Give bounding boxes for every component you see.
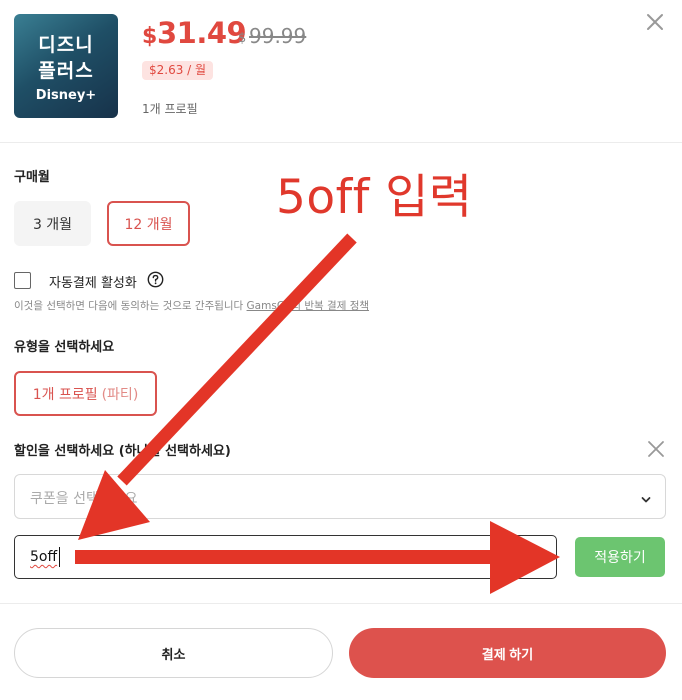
monthly-price-badge: $2.63 / 월: [142, 61, 214, 80]
original-price: 99.99: [249, 24, 307, 48]
profile-note: 1개 프로필: [142, 102, 198, 116]
original-price-currency: $: [238, 31, 247, 46]
type-option-1-profile[interactable]: 1개 프로필 (파티): [14, 371, 157, 416]
discount-code-input[interactable]: 5off: [14, 535, 557, 579]
help-circle-icon[interactable]: [147, 271, 164, 288]
footer-divider: [0, 603, 682, 604]
pay-button[interactable]: 결제 하기: [349, 628, 666, 678]
close-icon[interactable]: [645, 438, 667, 460]
period-option-3-months[interactable]: 3 개월: [14, 201, 91, 246]
autopay-checkbox[interactable]: [14, 272, 31, 289]
price: 31.49: [157, 16, 247, 50]
consent-text: 이것을 선택하면 다음에 동의하는 것으로 간주됩니다 GamsGo의 반복 결…: [14, 298, 369, 313]
coupon-placeholder: 쿠폰을 선택하세요: [30, 491, 138, 507]
thumbnail-brand: Disney+: [35, 88, 97, 103]
product-thumbnail: 디즈니 플러스 Disney+: [14, 14, 118, 118]
autopay-label: 자동결제 활성화: [49, 276, 137, 291]
period-option-12-months[interactable]: 12 개월: [107, 201, 190, 246]
apply-button[interactable]: 적용하기: [575, 537, 665, 577]
close-icon[interactable]: [643, 10, 667, 34]
type-option-sub: (파티): [101, 386, 139, 403]
consent-prefix: 이것을 선택하면 다음에 동의하는 것으로 간주됩니다: [14, 300, 247, 312]
type-option-main: 1개 프로필: [32, 386, 98, 403]
cancel-button[interactable]: 취소: [14, 628, 333, 678]
recurring-payment-policy-link[interactable]: GamsGo의 반복 결제 정책: [247, 300, 369, 312]
thumbnail-title-line1: 디즈니: [38, 34, 94, 56]
chevron-down-icon: [640, 491, 652, 503]
thumbnail-title-line2: 플러스: [38, 60, 94, 82]
type-section-title: 유형을 선택하세요: [14, 340, 115, 355]
text-caret: [59, 547, 60, 567]
discount-code-value: 5off: [30, 549, 58, 565]
coupon-select[interactable]: 쿠폰을 선택하세요: [14, 474, 666, 519]
price-currency: $: [142, 24, 158, 49]
discount-title: 할인을 선택하세요 (하나를 선택하세요): [14, 444, 231, 459]
annotation-label: 5off 입력: [276, 170, 473, 225]
purchase-period-title: 구매월: [14, 170, 50, 185]
header-divider: [0, 142, 682, 143]
